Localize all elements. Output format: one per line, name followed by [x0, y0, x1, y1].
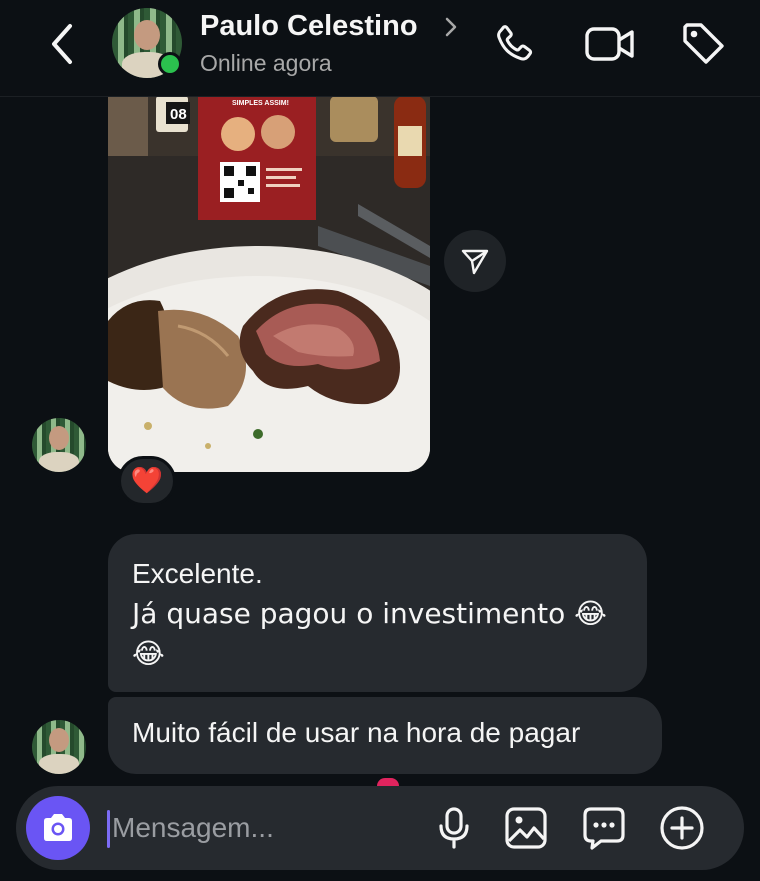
image-icon	[505, 807, 547, 849]
avatar-face	[49, 728, 69, 752]
microphone-icon	[439, 807, 469, 849]
text-cursor	[107, 810, 110, 848]
avatar-face	[49, 426, 69, 450]
message-line: Já quase pagou o investimento 😂	[132, 597, 607, 630]
video-camera-icon	[585, 27, 634, 61]
voice-message-button[interactable]	[430, 804, 478, 852]
message-line: 😂	[132, 637, 165, 670]
avatar-shirt	[39, 452, 79, 472]
chevron-right-icon[interactable]	[444, 16, 458, 38]
heart-reaction[interactable]: ❤️	[118, 456, 176, 506]
message-bubble[interactable]: Muito fácil de usar na hora de pagar	[108, 697, 662, 774]
more-button[interactable]	[656, 802, 708, 854]
sender-avatar[interactable]	[32, 418, 86, 472]
sticker-button[interactable]	[578, 802, 630, 854]
tag-button[interactable]	[676, 16, 730, 70]
plus-circle-icon	[660, 806, 704, 850]
camera-button[interactable]	[26, 796, 90, 860]
heart-icon: ❤️	[130, 466, 164, 496]
voice-call-button[interactable]	[488, 18, 540, 70]
heart-reaction-partial	[377, 778, 399, 786]
chat-header: Paulo Celestino Online agora	[0, 0, 760, 97]
message-composer	[16, 786, 744, 870]
message-text: Muito fácil de usar na hora de pagar	[132, 717, 581, 748]
message-line: Excelente.	[132, 558, 263, 589]
avatar-face	[134, 20, 160, 50]
tag-icon	[683, 23, 724, 64]
contact-status: Online agora	[200, 50, 332, 76]
contact-name[interactable]: Paulo Celestino	[200, 10, 418, 43]
video-call-button[interactable]	[582, 18, 638, 70]
photo-message[interactable]: 08 SIMPLES ASSIM!	[108, 96, 430, 472]
share-button[interactable]	[444, 230, 506, 292]
counter-number: 08	[170, 106, 187, 123]
message-input[interactable]	[112, 806, 412, 850]
camera-icon	[44, 814, 72, 841]
stand-heading: SIMPLES ASSIM!	[232, 100, 289, 107]
food-photo: 08 SIMPLES ASSIM!	[108, 96, 430, 472]
gallery-button[interactable]	[502, 804, 550, 852]
chevron-left-icon	[52, 24, 72, 64]
message-bubble[interactable]: Excelente. Já quase pagou o investimento…	[108, 534, 647, 692]
online-indicator	[158, 52, 182, 76]
send-icon	[461, 249, 489, 275]
phone-icon	[497, 25, 533, 61]
sender-avatar[interactable]	[32, 720, 86, 774]
back-button[interactable]	[40, 22, 84, 66]
chat-bubble-icon	[583, 807, 625, 850]
avatar-shirt	[39, 754, 79, 774]
